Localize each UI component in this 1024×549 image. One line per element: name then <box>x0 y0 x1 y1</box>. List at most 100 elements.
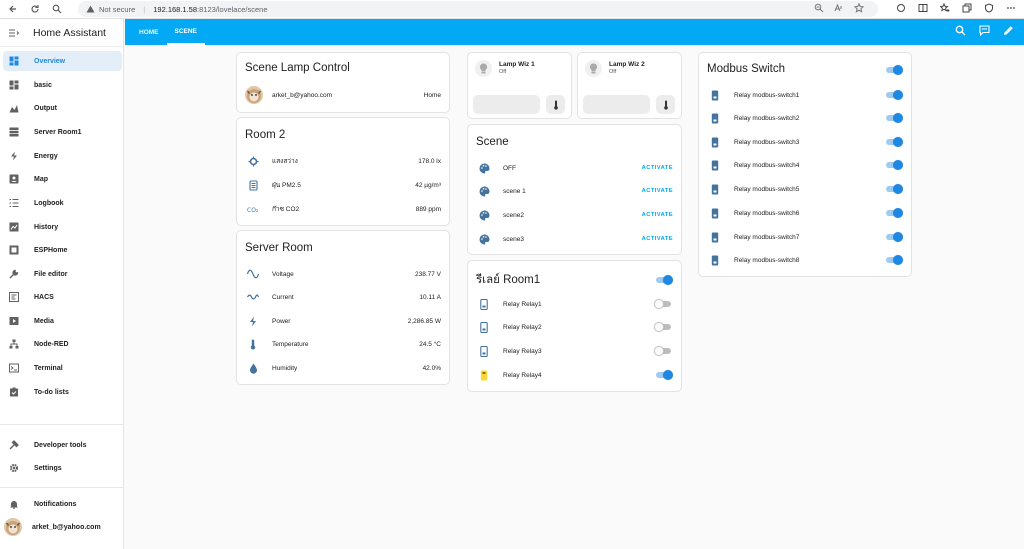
sidebar-item-settings[interactable]: Settings <box>0 458 124 478</box>
sidebar-item-node-red[interactable]: Node-RED <box>0 334 124 354</box>
sidebar-item-user[interactable]: arket_b@yahoo.com <box>0 517 124 537</box>
person-row[interactable]: arket_b@yahoo.com Home <box>237 86 449 104</box>
menu-collapse-icon[interactable] <box>8 28 19 38</box>
master-toggle[interactable] <box>655 275 673 285</box>
sidebar-item-server-room1[interactable]: Server Room1 <box>0 122 124 142</box>
sensor-name: Power <box>272 317 291 325</box>
zoom-icon[interactable] <box>814 3 824 13</box>
scene-name: OFF <box>503 164 516 172</box>
sidebar-item-basic[interactable]: basic <box>0 75 124 95</box>
sensor-row-current[interactable]: Current 10.11 A <box>237 289 449 305</box>
relay-toggle[interactable] <box>654 299 672 309</box>
sidebar-item-label: Overview <box>34 57 66 65</box>
sidebar-item-output[interactable]: Output <box>0 98 124 118</box>
sidebar-item-notifications[interactable]: Notifications <box>0 494 124 514</box>
tab-scene[interactable]: SCENE <box>166 19 205 45</box>
sensor-name: Temperature <box>272 340 309 348</box>
sidebar-item-map[interactable]: Map <box>0 169 124 189</box>
relay-name: Relay modbus-switch1 <box>734 91 800 99</box>
tab-home[interactable]: HOME <box>131 19 167 45</box>
lamp-name: Lamp Wiz 2 <box>609 61 645 68</box>
sensor-row-brightness[interactable]: แสงสว่าง 178.0 lx <box>237 153 449 169</box>
sidebar-item-file-editor[interactable]: File editor <box>0 264 124 284</box>
switch-icon <box>709 207 721 219</box>
gear-icon <box>8 462 20 474</box>
switch-icon <box>709 89 721 101</box>
address-bar[interactable]: Not secure | 192.168.1.58 :8123/lovelace… <box>78 1 878 17</box>
sidebar-item-label: ESPHome <box>34 246 68 254</box>
card-title: Scene <box>476 136 509 148</box>
warning-icon <box>86 5 95 13</box>
more-menu-icon[interactable] <box>1006 3 1016 13</box>
activate-button[interactable]: ACTIVATE <box>642 165 673 171</box>
flash-icon <box>247 315 259 327</box>
activate-button[interactable]: ACTIVATE <box>642 236 673 242</box>
thermometer-icon[interactable] <box>656 95 675 114</box>
sensor-row-pm25[interactable]: ฝุ่น PM2.5 42 µg/m³ <box>237 177 449 193</box>
activate-button[interactable]: ACTIVATE <box>642 188 673 194</box>
brightness-slider[interactable] <box>583 95 650 114</box>
sidebar-user-name: arket_b@yahoo.com <box>32 523 101 531</box>
sidebar-divider <box>0 487 124 488</box>
relay-toggle[interactable] <box>885 232 903 242</box>
relay-toggle[interactable] <box>885 90 903 100</box>
relay-toggle[interactable] <box>885 208 903 218</box>
relay-toggle[interactable] <box>885 137 903 147</box>
search-icon[interactable] <box>48 0 66 18</box>
modbus-row-3: Relay modbus-switch3 <box>699 134 911 150</box>
sidebar-item-overview[interactable]: Overview <box>3 51 122 71</box>
modbus-switch-card: Modbus Switch Relay modbus-switch1 Relay… <box>698 52 912 277</box>
split-screen-icon[interactable] <box>918 3 928 13</box>
relay-toggle[interactable] <box>885 160 903 170</box>
lightbulb-icon[interactable] <box>475 60 492 77</box>
sensor-row-power[interactable]: Power 2,286.85 W <box>237 313 449 329</box>
sidebar-item-hacs[interactable]: HACS <box>0 287 124 307</box>
sidebar-item-energy[interactable]: Energy <box>0 146 124 166</box>
read-aloud-icon[interactable] <box>834 3 844 13</box>
sensor-row-voltage[interactable]: Voltage 238.77 V <box>237 266 449 282</box>
sidebar-item-logbook[interactable]: Logbook <box>0 193 124 213</box>
search-icon[interactable] <box>955 25 966 36</box>
modbus-row-8: Relay modbus-switch8 <box>699 252 911 268</box>
reload-icon[interactable] <box>26 0 44 18</box>
relay-toggle[interactable] <box>655 370 673 380</box>
modbus-row-7: Relay modbus-switch7 <box>699 229 911 245</box>
lamp-wiz2-card[interactable]: Lamp Wiz 2 Off <box>577 52 682 119</box>
relay-toggle[interactable] <box>885 184 903 194</box>
assist-icon[interactable] <box>979 25 990 36</box>
activate-button[interactable]: ACTIVATE <box>642 212 673 218</box>
sidebar-item-history[interactable]: History <box>0 217 124 237</box>
thermometer-icon[interactable] <box>546 95 565 114</box>
esphome-icon <box>8 244 20 256</box>
relay-toggle[interactable] <box>654 346 672 356</box>
browser-toolbar: Not secure | 192.168.1.58 :8123/lovelace… <box>0 0 1024 19</box>
sidebar-item-todo-lists[interactable]: To-do lists <box>0 382 124 402</box>
collections-icon[interactable] <box>962 3 972 13</box>
scene-row-scene2: scene2 ACTIVATE <box>468 207 681 223</box>
sidebar-item-terminal[interactable]: Terminal <box>0 358 124 378</box>
sidebar-header: Home Assistant <box>0 19 123 47</box>
scene-row-off: OFF ACTIVATE <box>468 160 681 176</box>
sidebar-item-media[interactable]: Media <box>0 311 124 331</box>
relay-toggle[interactable] <box>654 322 672 332</box>
edit-pencil-icon[interactable] <box>1003 25 1014 36</box>
sidebar-item-developer-tools[interactable]: Developer tools <box>0 435 124 455</box>
sidebar-item-esphome[interactable]: ESPHome <box>0 240 124 260</box>
sensor-name: Voltage <box>272 270 294 278</box>
relay-toggle[interactable] <box>885 255 903 265</box>
master-toggle[interactable] <box>885 65 903 75</box>
lamp-wiz1-card[interactable]: Lamp Wiz 1 Off <box>467 52 572 119</box>
sensor-row-co2[interactable]: CO₂ ก๊าซ CO2 889 ppm <box>237 201 449 217</box>
extensions-icon[interactable] <box>896 3 906 13</box>
favorite-star-icon[interactable] <box>854 3 864 13</box>
sidebar-item-label: Server Room1 <box>34 128 82 136</box>
sensor-value: 24.5 °C <box>419 340 441 348</box>
favorites-icon[interactable] <box>940 3 950 13</box>
browser-essentials-icon[interactable] <box>984 3 994 13</box>
back-icon[interactable] <box>4 0 22 18</box>
sensor-row-temperature[interactable]: Temperature 24.5 °C <box>237 336 449 352</box>
sensor-row-humidity[interactable]: Humidity 42.0% <box>237 360 449 376</box>
brightness-slider[interactable] <box>473 95 540 114</box>
lightbulb-icon[interactable] <box>585 60 602 77</box>
relay-toggle[interactable] <box>885 113 903 123</box>
